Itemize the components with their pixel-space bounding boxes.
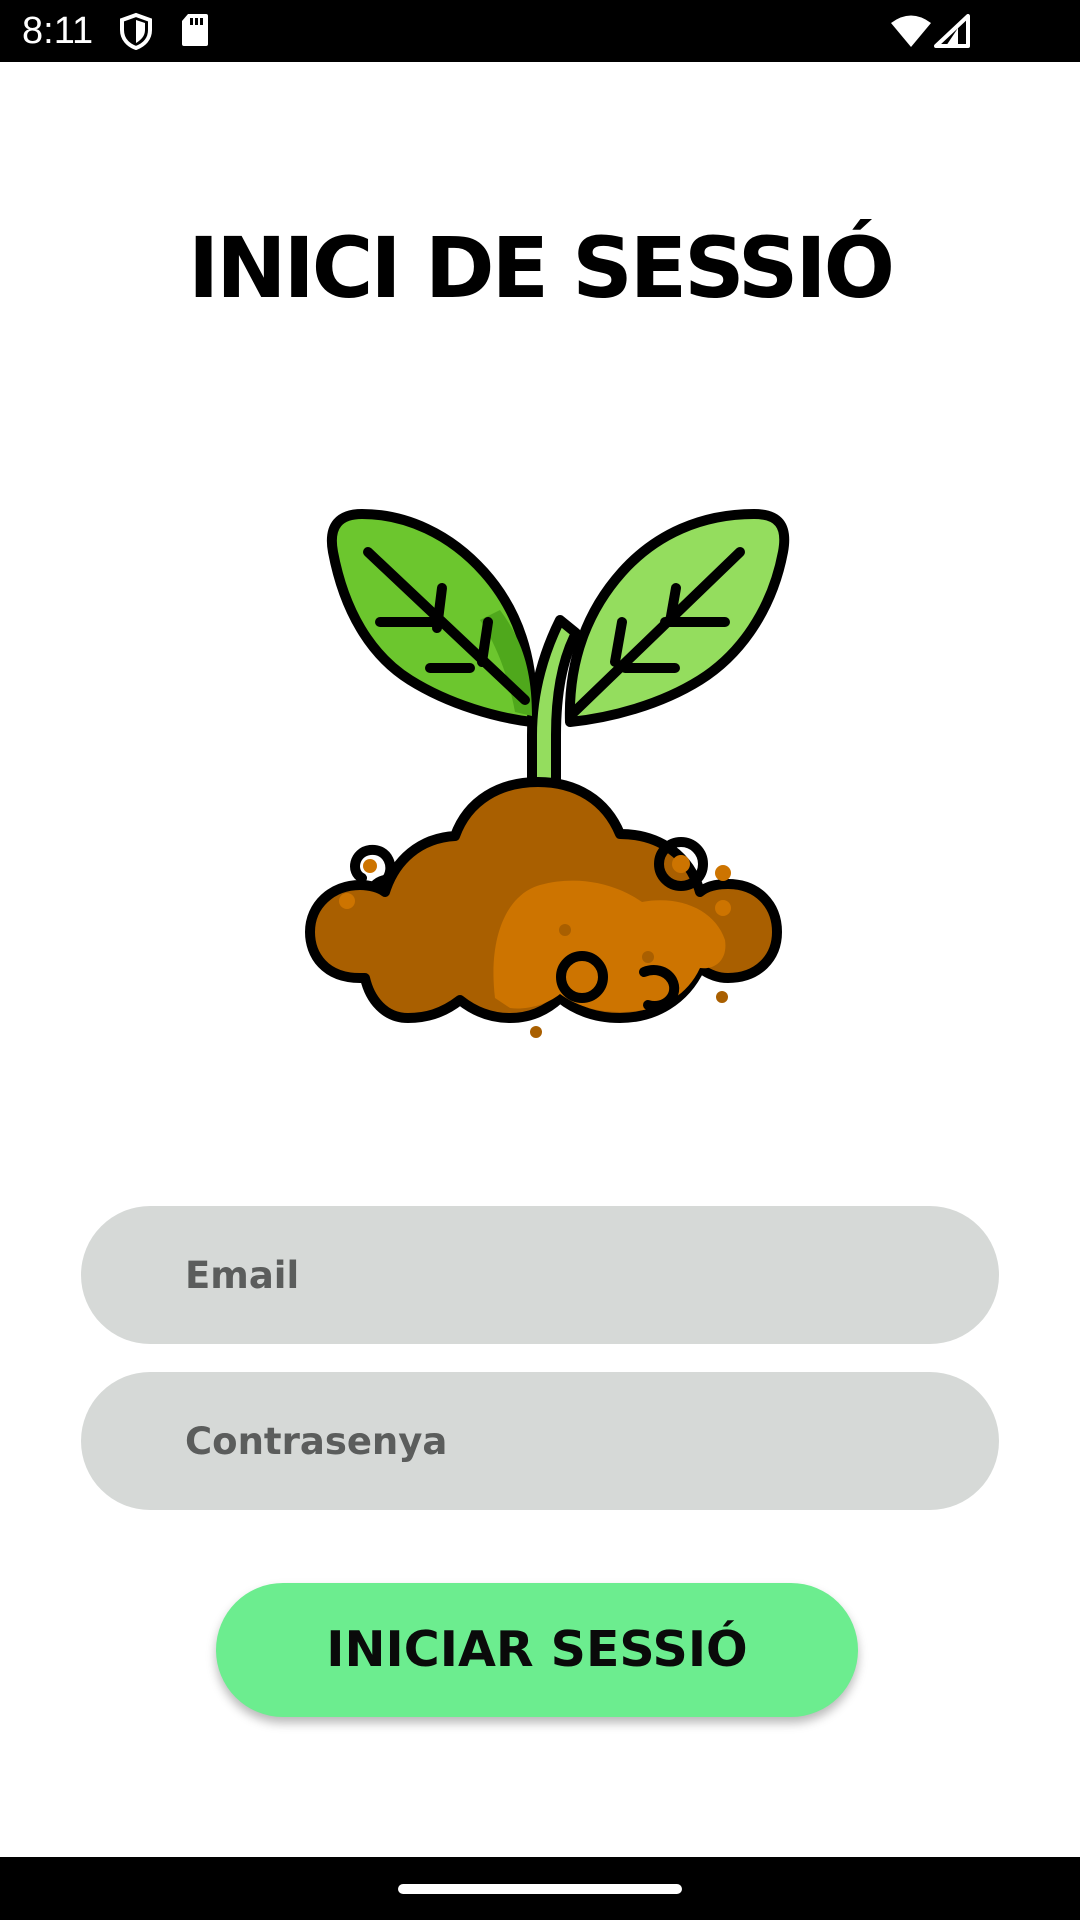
login-button[interactable]: INICIAR SESSIÓ [216, 1583, 858, 1717]
wifi-icon [890, 14, 932, 52]
page-title: INICI DE SESSIÓ [187, 219, 895, 317]
email-field[interactable] [81, 1206, 999, 1344]
status-time: 8:11 [22, 10, 94, 52]
status-bar: 8:11 [0, 0, 1080, 62]
signal-icon [934, 14, 970, 52]
navigation-bar [0, 1857, 1080, 1920]
sprout-in-soil-icon [270, 500, 810, 1100]
password-field[interactable] [81, 1372, 999, 1510]
home-handle[interactable] [398, 1884, 682, 1894]
sd-card-icon [180, 12, 210, 52]
shield-icon [118, 12, 154, 54]
